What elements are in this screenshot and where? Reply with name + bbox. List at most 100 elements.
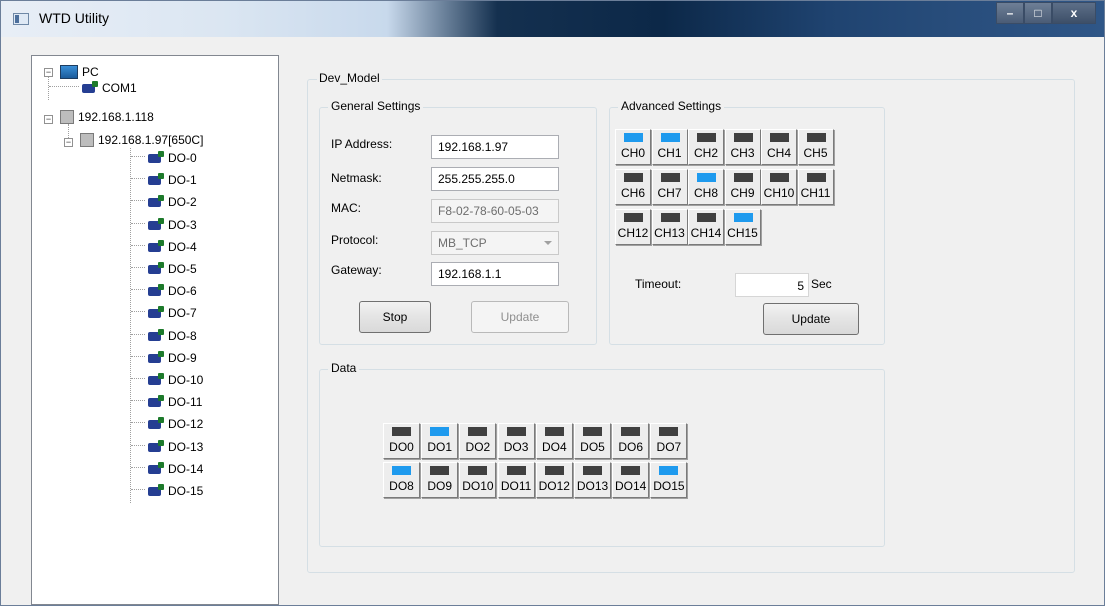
close-button[interactable]: x — [1052, 2, 1096, 24]
tree-connector — [131, 156, 145, 157]
channel-toggle-ch10[interactable]: CH10 — [761, 169, 797, 205]
output-toggle-do2[interactable]: DO2 — [459, 423, 497, 459]
gateway-label: Gateway: — [331, 263, 382, 277]
advanced-update-button[interactable]: Update — [763, 303, 859, 335]
tree-node-do[interactable]: DO-6 — [148, 281, 197, 301]
output-toggle-do14[interactable]: DO14 — [612, 462, 650, 498]
stop-button[interactable]: Stop — [359, 301, 431, 333]
minimize-button[interactable]: – — [996, 2, 1024, 24]
tree-node-label: DO-11 — [168, 395, 203, 410]
tree-node-do[interactable]: DO-7 — [148, 303, 197, 323]
tree-connector — [131, 466, 145, 468]
tree-node-do[interactable]: DO-1 — [148, 170, 197, 190]
channel-toggle-ch14[interactable]: CH14 — [688, 209, 724, 245]
tree-node-do[interactable]: DO-13 — [148, 437, 203, 457]
output-label: DO12 — [538, 479, 570, 493]
window-title: WTD Utility — [39, 10, 109, 26]
channel-label: CH3 — [730, 146, 755, 160]
collapse-icon[interactable]: − — [44, 115, 53, 124]
output-toggle-do7[interactable]: DO7 — [650, 423, 688, 459]
tree-connector — [131, 289, 145, 291]
gateway-field[interactable]: 192.168.1.1 — [431, 262, 559, 286]
channel-toggle-ch6[interactable]: CH6 — [615, 169, 651, 205]
collapse-icon[interactable]: − — [64, 138, 73, 147]
status-led — [430, 466, 450, 475]
channel-toggle-ch0[interactable]: CH0 — [615, 129, 651, 165]
tree-node-label: 192.168.1.118 — [78, 110, 154, 124]
tree-node-com1[interactable]: COM1 — [82, 78, 137, 98]
device-icon — [148, 328, 164, 343]
tree-node-do[interactable]: DO-15 — [148, 481, 203, 501]
device-icon — [148, 306, 164, 320]
device-tree[interactable]: − PC COM1 − 192.168.1.118 − 192.168.1.97… — [31, 55, 279, 605]
output-toggle-do11[interactable]: DO11 — [497, 462, 535, 498]
tree-node-label: DO-4 — [168, 239, 197, 254]
channel-toggle-ch5[interactable]: CH5 — [797, 129, 834, 165]
maximize-button[interactable]: □ — [1024, 2, 1052, 24]
ip-address-field[interactable]: 192.168.1.97 — [431, 135, 559, 159]
channel-toggle-ch3[interactable]: CH3 — [724, 129, 761, 165]
tree-node-do[interactable]: DO-9 — [148, 348, 197, 368]
channel-toggle-ch12[interactable]: CH12 — [615, 209, 651, 245]
output-toggle-do0[interactable]: DO0 — [383, 423, 420, 459]
output-toggle-do3[interactable]: DO3 — [497, 423, 535, 459]
output-toggle-do12[interactable]: DO12 — [535, 462, 573, 498]
tree-node-do[interactable]: DO-2 — [148, 192, 197, 212]
protocol-label: Protocol: — [331, 233, 379, 247]
output-label: DO1 — [427, 440, 453, 454]
channel-toggle-ch13[interactable]: CH13 — [651, 209, 688, 245]
channel-toggle-ch9[interactable]: CH9 — [724, 169, 761, 205]
tree-node-label: DO-6 — [168, 284, 197, 299]
output-toggle-do1[interactable]: DO1 — [421, 423, 459, 459]
channel-toggle-ch8[interactable]: CH8 — [688, 169, 724, 205]
channel-label: CH15 — [727, 226, 758, 240]
tree-node-do[interactable]: DO-3 — [148, 215, 197, 235]
output-toggle-do4[interactable]: DO4 — [535, 423, 573, 459]
tree-connector — [131, 355, 145, 357]
output-toggle-do9[interactable]: DO9 — [421, 462, 459, 498]
output-label: DO15 — [653, 479, 685, 493]
channel-label: CH13 — [654, 226, 685, 240]
status-led — [468, 466, 488, 475]
output-toggle-do5[interactable]: DO5 — [574, 423, 611, 459]
tree-connector — [131, 400, 145, 402]
tree-node-do[interactable]: DO-14 — [148, 459, 203, 479]
tree-node-label: DO-2 — [168, 195, 197, 210]
tree-connector — [131, 422, 145, 424]
output-label: DO6 — [618, 440, 644, 454]
tree-node-do[interactable]: DO-10 — [148, 370, 203, 390]
tree-node-do[interactable]: DO-5 — [148, 259, 197, 279]
output-label: DO13 — [576, 479, 609, 493]
channel-toggle-ch15[interactable]: CH15 — [724, 209, 761, 245]
status-led — [506, 427, 526, 436]
tree-node-do[interactable]: DO-4 — [148, 237, 197, 257]
channel-label: CH0 — [620, 146, 645, 160]
output-toggle-do15[interactable]: DO15 — [650, 462, 688, 498]
timeout-label: Timeout: — [635, 277, 682, 291]
tree-node-do[interactable]: DO-0 — [148, 148, 197, 168]
output-toggle-do6[interactable]: DO6 — [612, 423, 650, 459]
output-toggle-do13[interactable]: DO13 — [574, 462, 611, 498]
netmask-field[interactable]: 255.255.255.0 — [431, 167, 559, 191]
device-icon — [148, 151, 164, 165]
tree-node-do[interactable]: DO-11 — [148, 392, 202, 412]
channel-toggle-ch2[interactable]: CH2 — [688, 129, 724, 165]
mac-label: MAC: — [331, 201, 361, 215]
tree-node-label: DO-0 — [168, 151, 197, 165]
tree-node-do[interactable]: DO-8 — [148, 326, 197, 346]
timeout-field[interactable]: 5 — [735, 273, 809, 297]
collapse-icon[interactable]: − — [44, 68, 53, 77]
tree-node-device[interactable]: 192.168.1.97[650C] — [80, 130, 203, 150]
tree-node-label: DO-10 — [168, 373, 204, 387]
output-toggle-do8[interactable]: DO8 — [383, 462, 420, 498]
protocol-dropdown[interactable]: MB_TCP — [431, 231, 559, 255]
status-led — [659, 427, 679, 436]
title-bar[interactable]: WTD Utility – □ x — [1, 1, 1104, 37]
channel-toggle-ch7[interactable]: CH7 — [651, 169, 688, 205]
tree-node-host[interactable]: 192.168.1.118 — [60, 107, 154, 127]
tree-node-do[interactable]: DO-12 — [148, 414, 203, 434]
channel-toggle-ch4[interactable]: CH4 — [761, 129, 797, 165]
channel-toggle-ch1[interactable]: CH1 — [651, 129, 688, 165]
channel-toggle-ch11[interactable]: CH11 — [797, 169, 834, 205]
output-toggle-do10[interactable]: DO10 — [459, 462, 497, 498]
